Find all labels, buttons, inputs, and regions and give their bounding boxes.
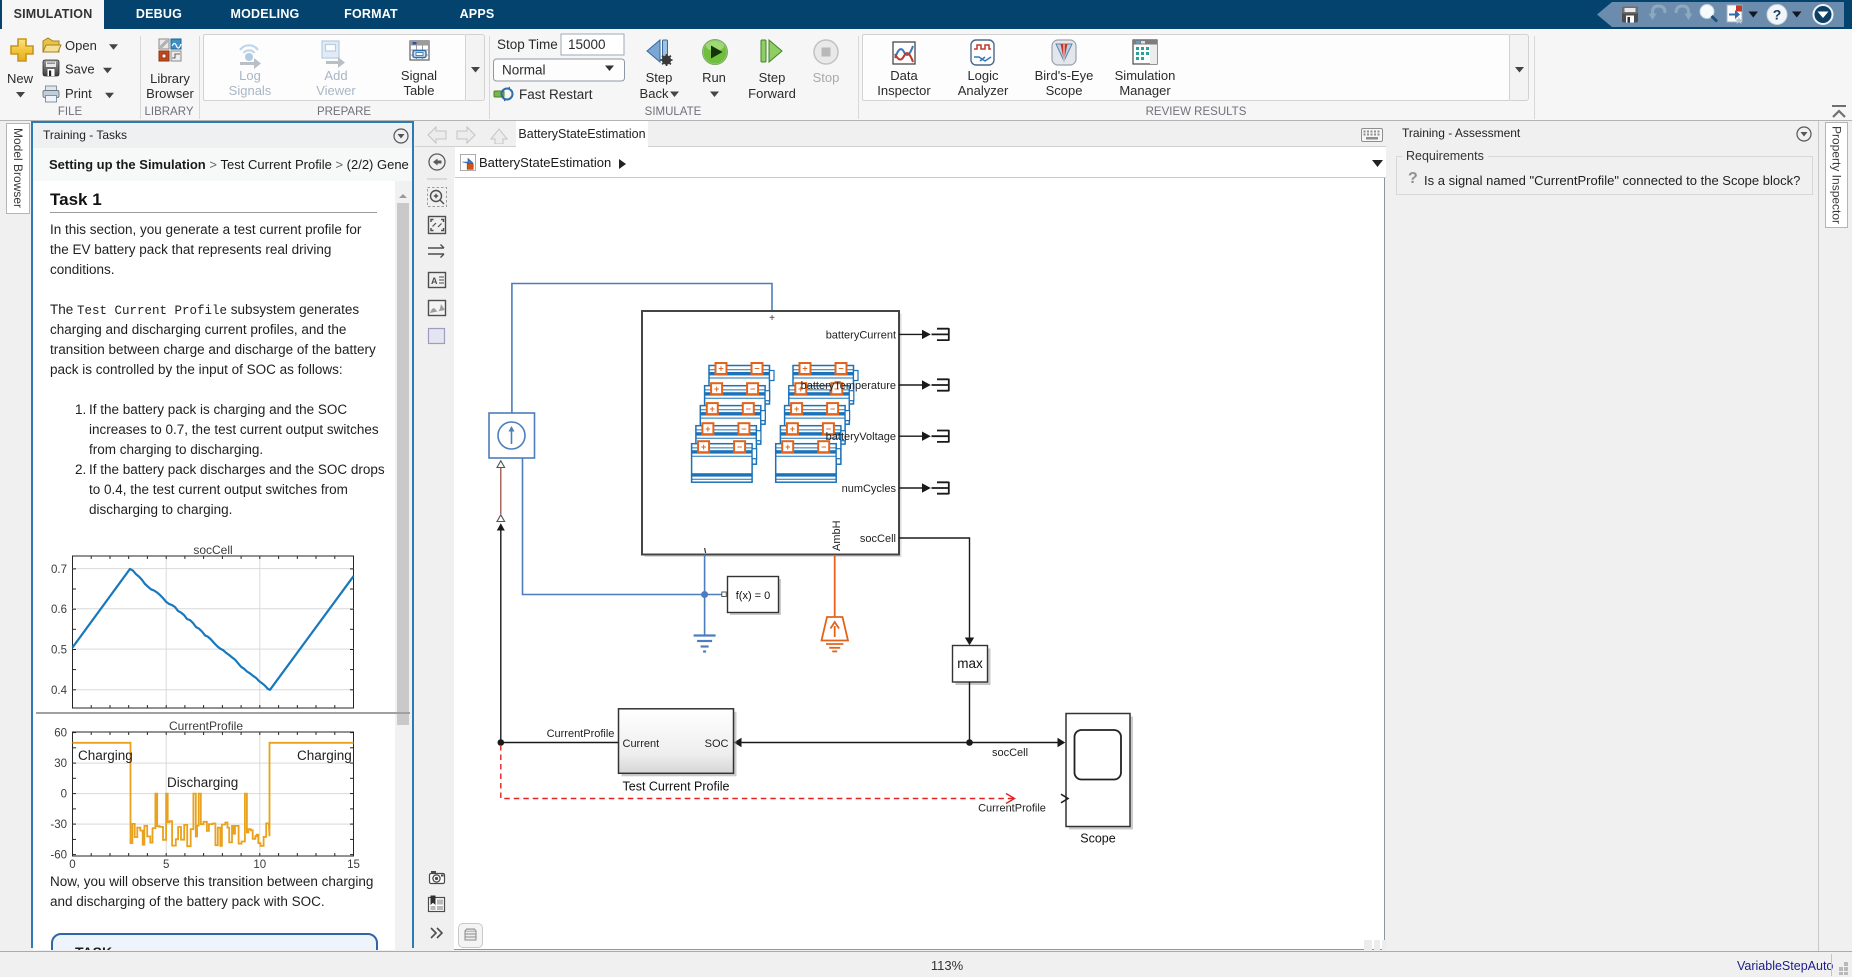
- svg-text:-60: -60: [50, 850, 67, 862]
- svg-text:Scope: Scope: [1080, 832, 1115, 846]
- svg-text:Inspector: Inspector: [877, 83, 931, 98]
- svg-text:socCell: socCell: [193, 543, 232, 557]
- svg-text:socCell: socCell: [860, 533, 896, 545]
- svg-text:60: 60: [54, 728, 67, 740]
- svg-text:Bird's-Eye: Bird's-Eye: [1035, 68, 1094, 83]
- svg-text:+: +: [790, 424, 795, 434]
- svg-text:+: +: [705, 424, 710, 434]
- svg-text:+: +: [769, 313, 775, 324]
- svg-text:max: max: [957, 656, 983, 671]
- svg-text:Step: Step: [646, 70, 673, 85]
- svg-text:CurrentProfile: CurrentProfile: [169, 719, 243, 733]
- svg-text:Manager: Manager: [1119, 83, 1171, 98]
- svg-text:Back: Back: [640, 86, 669, 101]
- svg-text:10: 10: [253, 859, 266, 871]
- svg-text:socCell: socCell: [992, 747, 1028, 759]
- svg-text:Normal: Normal: [502, 63, 546, 78]
- svg-text:Signals: Signals: [229, 83, 272, 98]
- svg-text:−: −: [737, 442, 742, 452]
- svg-text:Logic: Logic: [967, 68, 999, 83]
- svg-text:0.6: 0.6: [51, 604, 67, 616]
- svg-text:+: +: [701, 442, 706, 452]
- svg-text:numCycles: numCycles: [842, 483, 897, 495]
- svg-text:batteryCurrent: batteryCurrent: [826, 329, 896, 341]
- svg-text:0.7: 0.7: [51, 564, 67, 576]
- svg-text:?: ?: [1773, 7, 1782, 23]
- svg-text:Run: Run: [702, 70, 726, 85]
- svg-text:Charging: Charging: [78, 748, 133, 763]
- svg-text:CurrentProfile: CurrentProfile: [978, 803, 1046, 815]
- svg-text:+: +: [710, 404, 715, 414]
- svg-text:Charging: Charging: [297, 748, 352, 763]
- svg-text:15: 15: [347, 859, 360, 871]
- svg-text:f(x) = 0: f(x) = 0: [736, 590, 771, 602]
- svg-text:Current: Current: [623, 738, 660, 750]
- svg-text:Fast Restart: Fast Restart: [519, 87, 593, 102]
- svg-text:+: +: [785, 442, 790, 452]
- svg-text:batteryVoltage: batteryVoltage: [826, 431, 896, 443]
- svg-text:−: −: [838, 364, 843, 374]
- svg-text:0.5: 0.5: [51, 645, 67, 657]
- svg-text:15000: 15000: [568, 37, 606, 52]
- svg-text:−: −: [741, 424, 746, 434]
- svg-text:Forward: Forward: [748, 86, 796, 101]
- svg-text:-30: -30: [50, 819, 67, 831]
- svg-text:Table: Table: [403, 83, 434, 98]
- svg-text:Signal: Signal: [401, 68, 437, 83]
- svg-text:Stop: Stop: [813, 70, 840, 85]
- svg-text:Data: Data: [890, 68, 918, 83]
- svg-text:Log: Log: [239, 68, 261, 83]
- svg-text:AmbH: AmbH: [831, 520, 843, 551]
- svg-text:−: −: [754, 364, 759, 374]
- svg-text:+: +: [718, 364, 723, 374]
- svg-text:+: +: [714, 384, 719, 394]
- svg-text:SOC: SOC: [705, 738, 729, 750]
- svg-text:Step: Step: [759, 70, 786, 85]
- svg-text:5: 5: [163, 859, 169, 871]
- svg-text:Test Current Profile: Test Current Profile: [623, 780, 730, 794]
- svg-text:Analyzer: Analyzer: [958, 83, 1009, 98]
- svg-text:0: 0: [61, 789, 67, 801]
- svg-text:0: 0: [69, 859, 75, 871]
- svg-text:−: −: [821, 442, 826, 452]
- svg-text:30: 30: [54, 758, 67, 770]
- svg-text:Add: Add: [324, 68, 347, 83]
- svg-text:+: +: [794, 404, 799, 414]
- svg-text:−: −: [750, 384, 755, 394]
- svg-text:A: A: [431, 276, 438, 286]
- svg-text:Simulation: Simulation: [1115, 68, 1176, 83]
- svg-text:CurrentProfile: CurrentProfile: [547, 728, 615, 740]
- svg-text:−: −: [830, 404, 835, 414]
- svg-text:0.4: 0.4: [51, 685, 68, 697]
- svg-text:Discharging: Discharging: [167, 775, 238, 790]
- svg-text:+: +: [802, 364, 807, 374]
- svg-text:Viewer: Viewer: [316, 83, 356, 98]
- svg-text:Stop Time: Stop Time: [497, 37, 558, 52]
- svg-text:Scope: Scope: [1046, 83, 1083, 98]
- svg-text:batteryTemperature: batteryTemperature: [801, 380, 896, 392]
- svg-text:−: −: [746, 404, 751, 414]
